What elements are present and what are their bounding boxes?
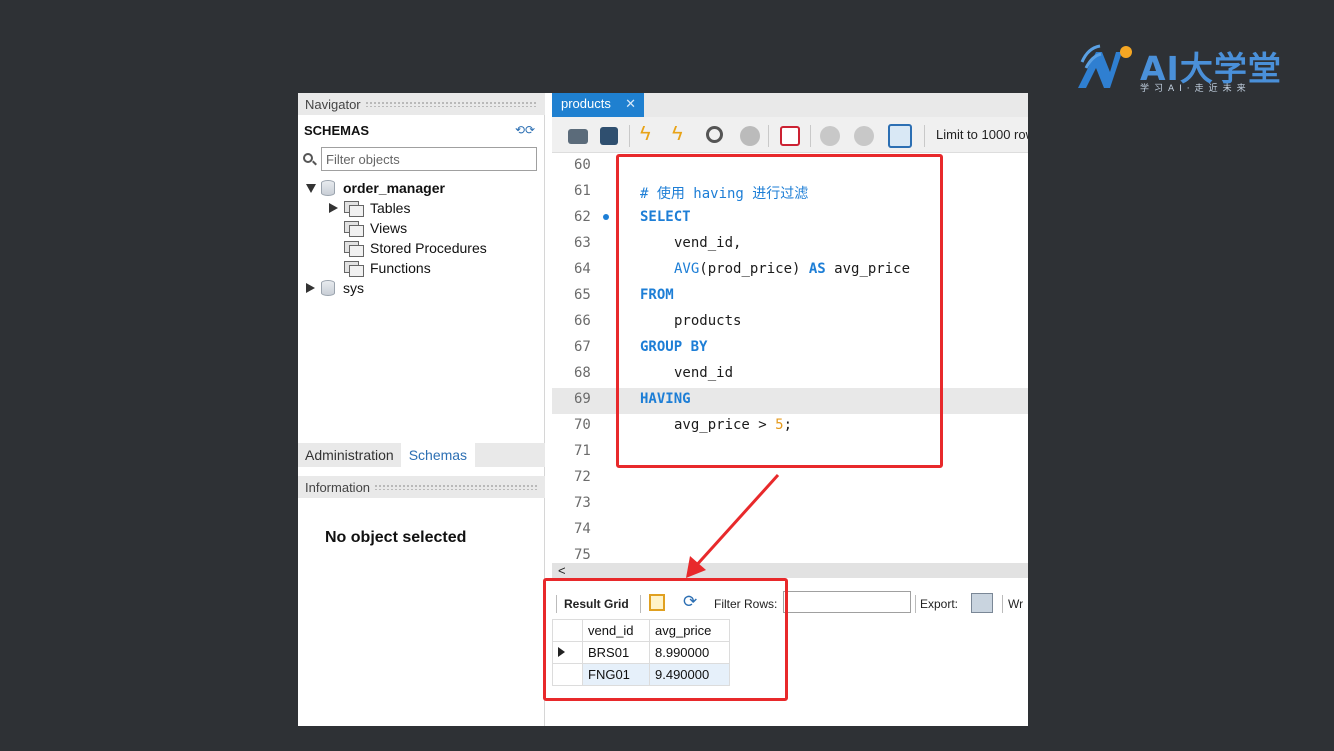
expand-down-icon[interactable]: [306, 183, 316, 193]
line-number: 67: [574, 339, 591, 355]
close-icon[interactable]: ✕: [625, 96, 636, 112]
tree-item-views[interactable]: Views: [344, 220, 407, 237]
execute-current-icon[interactable]: ϟ: [672, 123, 692, 145]
editor-toolbar: ϟ ϟ Limit to 1000 rows: [552, 117, 1028, 153]
tab-administration[interactable]: Administration: [298, 443, 401, 467]
line-number: 69: [574, 391, 591, 407]
execute-icon[interactable]: ϟ: [640, 123, 660, 145]
tab-schemas[interactable]: Schemas: [400, 443, 476, 467]
tree-item-sys[interactable]: sys: [306, 280, 364, 296]
folder-icon: [344, 260, 364, 277]
export-icon[interactable]: [971, 593, 993, 613]
wrap-label: Wr: [1008, 597, 1024, 611]
line-number: 64: [574, 261, 591, 277]
information-header: Information: [298, 476, 545, 498]
folder-icon: [344, 200, 364, 217]
line-number: 65: [574, 287, 591, 303]
line-number: 63: [574, 235, 591, 251]
navigator-tabs: Administration Schemas: [298, 443, 545, 467]
export-label: Export:: [920, 597, 959, 611]
line-number: 68: [574, 365, 591, 381]
logo-subtitle: 学习AI·走近未来: [1140, 84, 1251, 94]
expand-right-icon[interactable]: [306, 283, 315, 293]
commit-icon[interactable]: [820, 126, 840, 146]
tree-item-tables[interactable]: Tables: [329, 200, 410, 217]
open-folder-icon[interactable]: [568, 129, 588, 144]
folder-icon: [344, 220, 364, 237]
line-number: 70: [574, 417, 591, 433]
line-number: 72: [574, 469, 591, 485]
rollback-icon[interactable]: [854, 126, 874, 146]
line-number: 60: [574, 157, 591, 173]
refresh-icon[interactable]: ⟲⟳: [515, 123, 535, 137]
navigator-header: Navigator: [298, 93, 545, 115]
search-icon: [303, 153, 313, 163]
logo-mark-icon: [1078, 44, 1132, 88]
database-icon: [321, 280, 335, 296]
tree-item-stored-procedures[interactable]: Stored Procedures: [344, 240, 487, 257]
line-number: 71: [574, 443, 591, 459]
toggle-error-icon[interactable]: [780, 126, 800, 146]
folder-icon: [344, 240, 364, 257]
save-icon[interactable]: [600, 127, 618, 145]
expand-right-icon[interactable]: [329, 203, 338, 213]
explain-icon[interactable]: [706, 126, 723, 143]
filter-objects-input[interactable]: [321, 147, 537, 171]
code-highlight-box: [616, 154, 943, 468]
document-tabbar: products ✕: [552, 93, 1028, 117]
line-number: 75: [574, 547, 591, 563]
filter-rows-input[interactable]: [783, 591, 911, 613]
line-number: 73: [574, 495, 591, 511]
horizontal-scrollbar[interactable]: <: [552, 563, 1028, 578]
brand-logo: AI大学堂 学习AI·走近未来: [1074, 42, 1294, 94]
line-number: 66: [574, 313, 591, 329]
tree-item-order-manager[interactable]: order_manager: [306, 180, 445, 196]
line-number: 62: [574, 209, 591, 225]
result-highlight-box: [543, 578, 788, 701]
line-number: 61: [574, 183, 591, 199]
tree-item-functions[interactable]: Functions: [344, 260, 431, 277]
stop-icon[interactable]: [740, 126, 760, 146]
limit-rows-select[interactable]: Limit to 1000 rows: [936, 127, 1028, 142]
scroll-left-icon[interactable]: <: [558, 563, 566, 578]
database-icon: [321, 180, 335, 196]
tab-products[interactable]: products ✕: [552, 93, 644, 117]
annotation-arrow-icon: [686, 473, 780, 578]
line-number: 74: [574, 521, 591, 537]
schemas-title: SCHEMAS: [304, 123, 370, 138]
no-object-text: No object selected: [325, 529, 467, 546]
autocommit-icon[interactable]: [888, 124, 912, 148]
navigator-panel: Navigator SCHEMAS ⟲⟳ order_manager Table…: [298, 93, 545, 726]
